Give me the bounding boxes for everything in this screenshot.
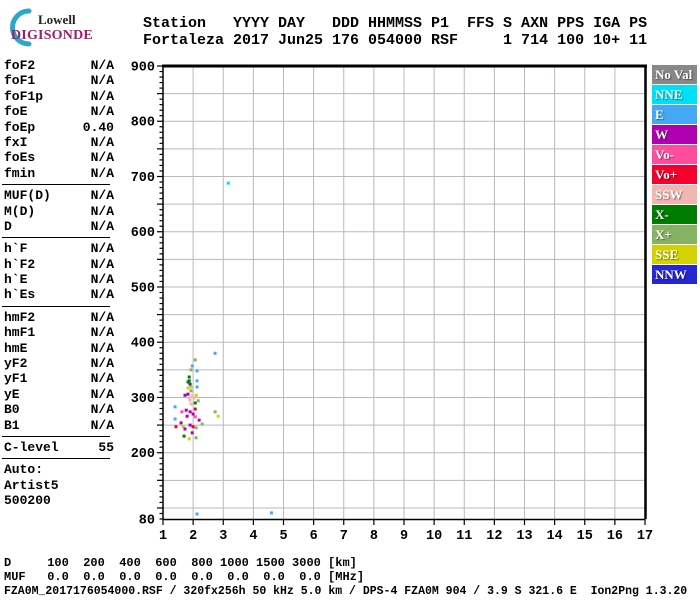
x-tick-label: 8 (370, 529, 378, 544)
echo-point (189, 389, 193, 393)
echo-point (184, 408, 188, 412)
grid (163, 66, 646, 519)
y-tick-label: 600 (131, 226, 155, 241)
echo-point (192, 396, 196, 400)
x-tick-label: 15 (577, 529, 593, 544)
echo-point (183, 427, 187, 431)
y-tick-label: 300 (131, 392, 155, 407)
x-tick-label: 1 (159, 529, 167, 544)
echo-point (179, 421, 183, 425)
echo-point (186, 392, 190, 396)
echo-point (188, 398, 192, 402)
y-tick-label: 80 (139, 514, 155, 529)
echo-point (187, 379, 191, 383)
echo-point (200, 422, 204, 426)
legend-item-x-: X- (652, 205, 697, 224)
y-tick-label: 700 (131, 171, 155, 186)
x-tick-label: 16 (607, 529, 623, 544)
axis-labels: 900800700600500400300200801 2 3 4 5 6 7 8 9 10 11 1… (131, 61, 653, 545)
legend-item-sse: SSE (652, 245, 697, 264)
x-tick-label: 17 (637, 529, 653, 544)
echo-point (194, 426, 198, 430)
echo-point (194, 436, 198, 440)
echo-point (193, 407, 197, 411)
x-tick-label: 14 (547, 529, 563, 544)
x-tick-label: 9 (400, 529, 408, 544)
echo-point (186, 386, 190, 390)
echo-point (213, 351, 217, 355)
x-tick-label: 3 (219, 529, 227, 544)
echo-point (183, 393, 187, 397)
echo-point (190, 431, 194, 435)
x-tick-label: 2 (189, 529, 197, 544)
y-tick-label: 200 (131, 447, 155, 462)
ionogram-plot: 900800700600500400300200801 2 3 4 5 6 7 8 9 10 11 1… (131, 61, 653, 545)
echo-point (197, 418, 201, 422)
file-status-line: FZA0M_2017176054000.RSF / 320fx256h 50 k… (4, 585, 688, 598)
legend-item-w: W (652, 125, 697, 144)
echo-point (191, 412, 195, 416)
axes (157, 64, 647, 525)
d-table-line: D 100 200 400 600 800 1000 1500 3000 [km… (4, 556, 357, 570)
echo-point (188, 382, 192, 386)
muf-table-line: MUF 0.0 0.0 0.0 0.0 0.0 0.0 0.0 0.0 [MHz… (4, 570, 365, 584)
echo-point (174, 425, 178, 429)
legend-item-x+: X+ (652, 225, 697, 244)
legend-item-e: E (652, 105, 697, 124)
echo-point (194, 393, 198, 397)
x-tick-label: 7 (340, 529, 348, 544)
legend-item-no-val: No Val (652, 65, 697, 84)
echo-point (187, 437, 191, 441)
legend-item-ssw: SSW (652, 185, 697, 204)
x-tick-label: 10 (426, 529, 442, 544)
muf-distance-table: D 100 200 400 600 800 1000 1500 3000 [km… (4, 556, 364, 584)
echo-point (269, 511, 273, 515)
echo-point (190, 364, 194, 368)
x-tick-label: 13 (516, 529, 532, 544)
echo-point (185, 414, 189, 418)
y-tick-label: 900 (131, 61, 155, 76)
x-tick-label: 12 (486, 529, 502, 544)
x-tick-label: 11 (456, 529, 472, 544)
y-tick-label: 800 (131, 116, 155, 131)
echo-point (191, 425, 195, 429)
echo-point (195, 369, 199, 373)
echo-point (188, 410, 192, 414)
legend-item-vo+: Vo+ (652, 165, 697, 184)
echo-point (187, 375, 191, 379)
x-tick-label: 6 (310, 529, 318, 544)
echo-point (213, 410, 217, 414)
echo-point (195, 512, 199, 516)
echo-point (193, 358, 197, 362)
y-tick-label: 400 (131, 337, 155, 352)
echo-point (188, 423, 192, 427)
echo-point (193, 415, 197, 419)
echo-point (180, 410, 184, 414)
echo-point (189, 402, 193, 406)
legend-item-nne: NNE (652, 85, 697, 104)
echo-point (173, 417, 177, 421)
echo-point (226, 181, 230, 185)
x-tick-label: 4 (249, 529, 257, 544)
echo-point (195, 385, 199, 389)
legend-item-nnw: NNW (652, 265, 697, 284)
echo-point (189, 368, 193, 372)
echo-point (196, 399, 200, 403)
legend-item-vo-: Vo- (652, 145, 697, 164)
echo-point (173, 405, 177, 409)
digisonde-ionogram-window: Lowell DIGISONDE Station YYYY DAY DDD HH… (0, 0, 700, 600)
x-tick-label: 5 (279, 529, 287, 544)
echo-point (216, 414, 220, 418)
echo-direction-legend: No Val NNE E W Vo- Vo+ SSW X- X+ SSE NNW (652, 65, 698, 285)
echo-point (195, 379, 199, 383)
echo-point (193, 401, 197, 405)
y-tick-label: 500 (131, 281, 155, 296)
echo-point (189, 385, 193, 389)
echo-point (182, 434, 186, 438)
